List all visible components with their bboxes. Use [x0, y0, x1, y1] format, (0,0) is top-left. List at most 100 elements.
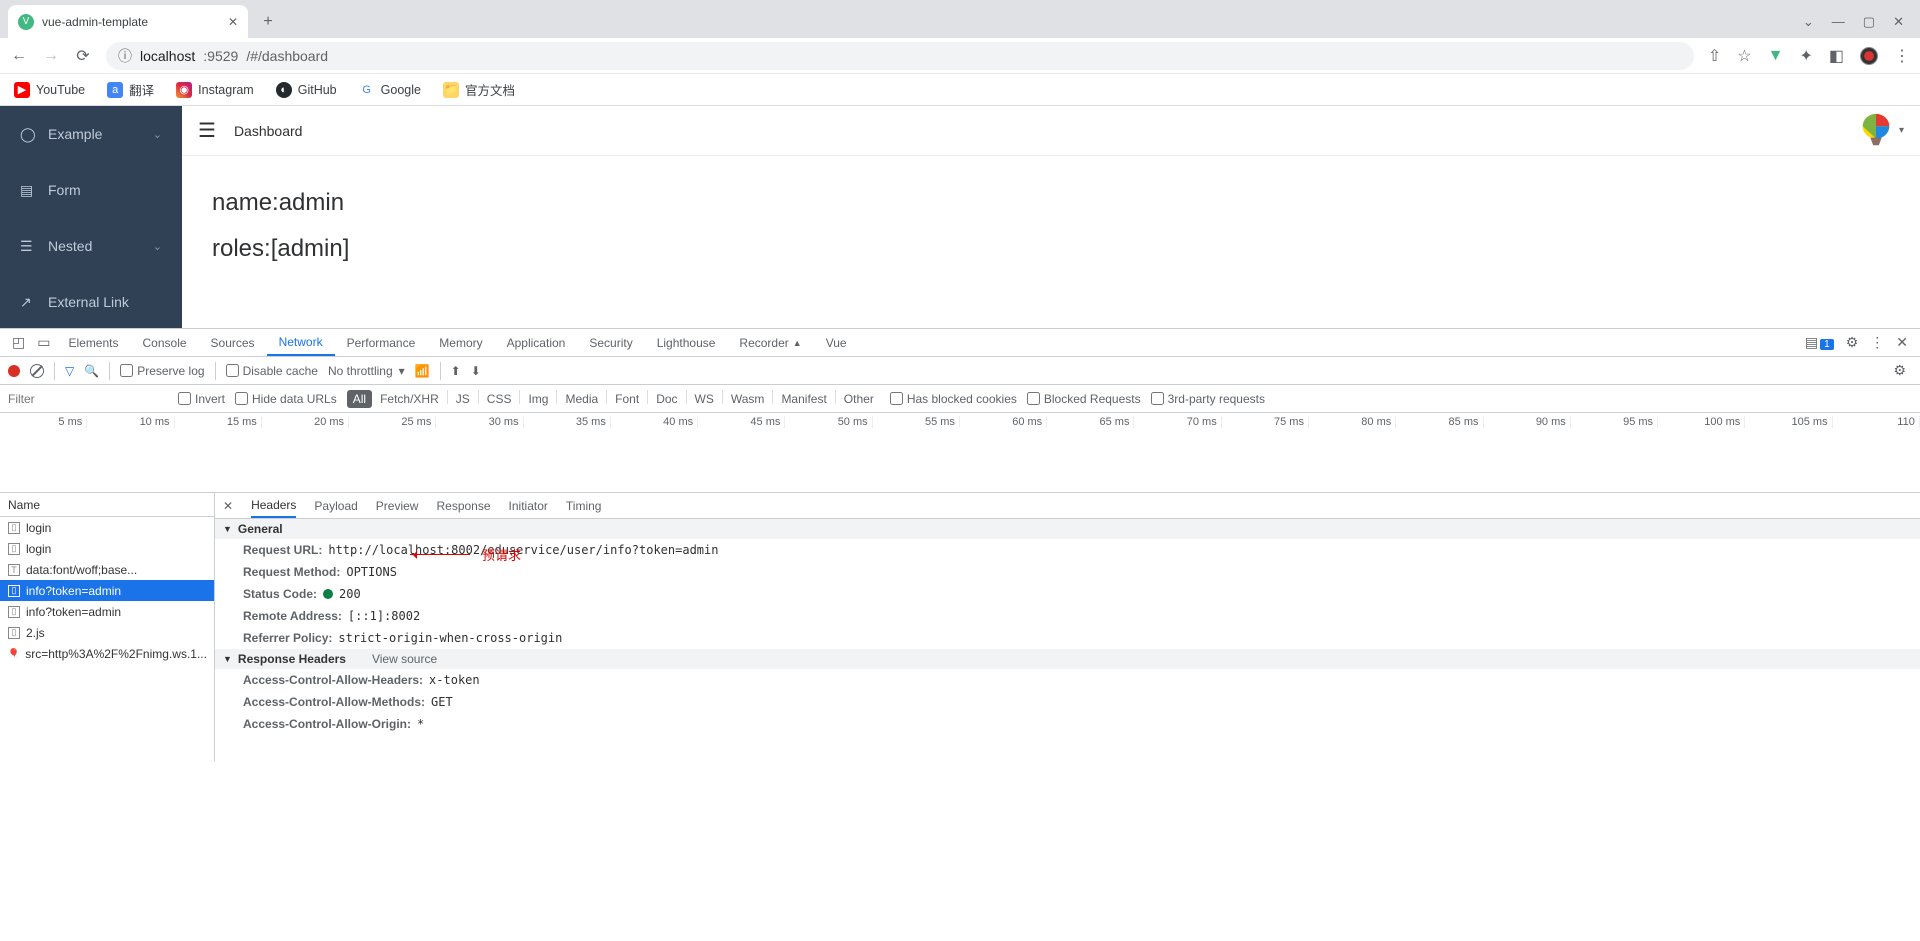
invert-checkbox[interactable]: Invert [178, 392, 225, 406]
subtab-timing[interactable]: Timing [566, 493, 602, 518]
name-column-header[interactable]: Name [0, 493, 214, 517]
new-tab-button[interactable]: + [254, 8, 282, 36]
close-window-icon[interactable]: ✕ [1893, 14, 1904, 30]
timeline-tick: 10 ms [87, 416, 174, 428]
tab-close-icon[interactable]: ✕ [228, 15, 238, 29]
sidebar-item-nested[interactable]: ☰Nested⌄ [0, 218, 182, 274]
type-filter-ws[interactable]: WS [689, 390, 720, 408]
separator [215, 362, 216, 380]
clear-button[interactable] [30, 364, 44, 378]
forward-button[interactable]: → [42, 47, 60, 65]
devtools-tab-lighthouse[interactable]: Lighthouse [645, 329, 728, 356]
profile-avatar-icon[interactable] [1860, 47, 1878, 65]
issues-icon[interactable]: ▤1 [1799, 334, 1840, 351]
bookmark-gg[interactable]: GGoogle [359, 82, 421, 98]
subtab-response[interactable]: Response [436, 493, 490, 518]
request-row[interactable]: ▯info?token=admin [0, 601, 214, 622]
header-value: 200 [339, 587, 361, 601]
blocked-requests-checkbox[interactable]: Blocked Requests [1027, 392, 1141, 406]
bookmark-fd[interactable]: 📁官方文档 [443, 80, 515, 99]
subtab-headers[interactable]: Headers [251, 493, 296, 518]
throttling-select[interactable]: No throttling▾ [328, 364, 405, 378]
type-filter-all[interactable]: All [347, 390, 372, 408]
disable-cache-checkbox[interactable]: Disable cache [226, 364, 318, 378]
record-button[interactable] [8, 365, 20, 377]
devtools-tab-network[interactable]: Network [267, 329, 335, 356]
devtools-tab-console[interactable]: Console [131, 329, 199, 356]
chrome-menu-icon[interactable]: ⋮ [1894, 46, 1910, 66]
network-timeline[interactable]: 5 ms10 ms15 ms20 ms25 ms30 ms35 ms40 ms4… [0, 413, 1920, 493]
request-type-icon: T [8, 564, 20, 576]
request-row[interactable]: ▯login [0, 538, 214, 559]
reload-button[interactable]: ⟳ [74, 46, 92, 66]
devtools-tab-vue[interactable]: Vue [814, 329, 859, 356]
request-row[interactable]: ▯login [0, 517, 214, 538]
chevron-down-icon[interactable]: ⌄ [1803, 14, 1814, 30]
share-icon[interactable]: ⇧ [1708, 46, 1721, 66]
preserve-log-checkbox[interactable]: Preserve log [120, 364, 204, 378]
type-filter-manifest[interactable]: Manifest [775, 390, 832, 408]
devtools-tab-sources[interactable]: Sources [199, 329, 267, 356]
devtools-tab-performance[interactable]: Performance [335, 329, 428, 356]
general-section-header[interactable]: ▼General [215, 519, 1920, 539]
sidebar-item-external-link[interactable]: ↗External Link [0, 274, 182, 330]
vue-devtools-icon[interactable]: ▼ [1768, 47, 1784, 65]
view-source-link[interactable]: View source [372, 652, 437, 666]
download-icon[interactable]: ⬇ [471, 364, 481, 378]
type-filter-media[interactable]: Media [559, 390, 604, 408]
sidepanel-icon[interactable]: ◧ [1829, 46, 1844, 66]
search-icon[interactable]: 🔍 [84, 364, 99, 378]
inspect-element-icon[interactable]: ◰ [6, 334, 31, 351]
type-filter-img[interactable]: Img [522, 390, 554, 408]
bookmark-yt[interactable]: ▶YouTube [14, 82, 85, 98]
devtools-tab-elements[interactable]: Elements [56, 329, 130, 356]
device-toggle-icon[interactable]: ▭ [31, 334, 56, 351]
type-filter-doc[interactable]: Doc [650, 390, 683, 408]
bookmark-tr[interactable]: a翻译 [107, 80, 154, 99]
type-filter-font[interactable]: Font [609, 390, 645, 408]
back-button[interactable]: ← [10, 47, 28, 65]
sidebar-item-form[interactable]: ▤Form [0, 162, 182, 218]
third-party-checkbox[interactable]: 3rd-party requests [1151, 392, 1265, 406]
devtools-tab-memory[interactable]: Memory [427, 329, 494, 356]
type-filter-fetchxhr[interactable]: Fetch/XHR [374, 390, 445, 408]
user-avatar-dropdown[interactable]: ▾ [1857, 112, 1904, 150]
request-row[interactable]: ▯info?token=admin [0, 580, 214, 601]
type-filter-js[interactable]: JS [450, 390, 476, 408]
type-filter-other[interactable]: Other [838, 390, 880, 408]
request-row[interactable]: Tdata:font/woff;base... [0, 559, 214, 580]
subtab-payload[interactable]: Payload [314, 493, 357, 518]
devtools-close-icon[interactable]: ✕ [1890, 334, 1914, 351]
devtools-menu-icon[interactable]: ⋮ [1864, 334, 1890, 351]
hide-data-urls-checkbox[interactable]: Hide data URLs [235, 392, 337, 406]
sidebar-item-example[interactable]: ◯Example⌄ [0, 106, 182, 162]
blocked-cookies-checkbox[interactable]: Has blocked cookies [890, 392, 1017, 406]
network-settings-icon[interactable]: ⚙ [1887, 362, 1912, 379]
close-details-icon[interactable]: ✕ [223, 499, 233, 513]
type-filter-wasm[interactable]: Wasm [725, 390, 771, 408]
request-row[interactable]: 🎈src=http%3A%2F%2Fnimg.ws.1... [0, 643, 214, 664]
devtools-settings-icon[interactable]: ⚙ [1840, 334, 1865, 351]
extensions-icon[interactable]: ✦ [1799, 46, 1812, 66]
bookmark-star-icon[interactable]: ☆ [1737, 46, 1751, 66]
subtab-initiator[interactable]: Initiator [509, 493, 548, 518]
request-row[interactable]: ▯2.js [0, 622, 214, 643]
devtools-tab-recorder[interactable]: Recorder ▲ [727, 329, 813, 356]
hamburger-icon[interactable]: ☰ [198, 118, 216, 143]
site-info-icon[interactable]: ⓘ [118, 46, 132, 66]
address-bar[interactable]: ⓘ localhost:9529/#/dashboard [106, 42, 1694, 70]
subtab-preview[interactable]: Preview [376, 493, 419, 518]
devtools-tab-application[interactable]: Application [495, 329, 578, 356]
browser-tab[interactable]: V vue-admin-template ✕ [8, 5, 248, 38]
filter-input[interactable] [8, 392, 168, 406]
filter-toggle-icon[interactable]: ▽ [65, 364, 74, 378]
minimize-icon[interactable]: — [1832, 14, 1845, 30]
type-filter-css[interactable]: CSS [481, 390, 518, 408]
bookmark-gh[interactable]: ◐GitHub [276, 82, 337, 98]
wifi-icon[interactable]: 📶 [415, 364, 430, 378]
response-headers-section-header[interactable]: ▼Response HeadersView source [215, 649, 1920, 669]
bookmark-ig[interactable]: ◉Instagram [176, 82, 254, 98]
maximize-icon[interactable]: ▢ [1863, 14, 1875, 30]
upload-icon[interactable]: ⬆ [451, 364, 461, 378]
devtools-tab-security[interactable]: Security [577, 329, 644, 356]
